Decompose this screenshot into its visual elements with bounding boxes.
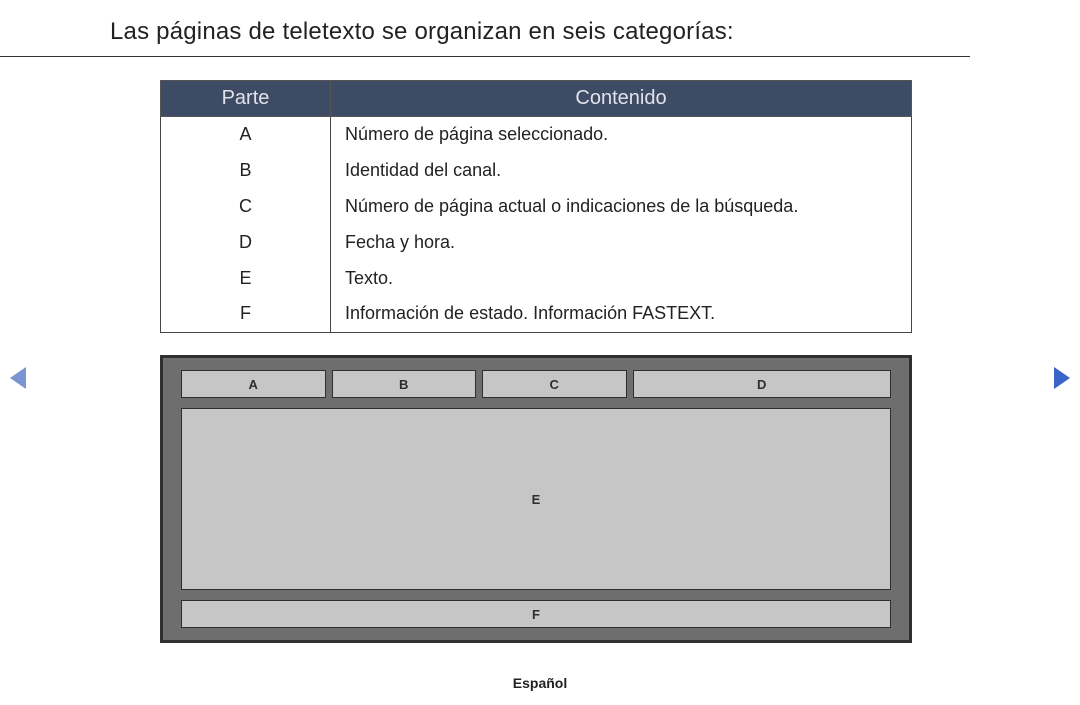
page-title: Las páginas de teletexto se organizan en… xyxy=(0,0,970,57)
categories-table: Parte Contenido A Número de página selec… xyxy=(160,80,912,333)
table-row: C Número de página actual o indicaciones… xyxy=(161,189,912,225)
content-cell: Número de página actual o indicaciones d… xyxy=(331,189,912,225)
table-row: E Texto. xyxy=(161,261,912,297)
table-row: B Identidad del canal. xyxy=(161,153,912,189)
part-cell: E xyxy=(161,261,331,297)
prev-page-arrow-icon[interactable] xyxy=(10,367,26,389)
part-cell: A xyxy=(161,117,331,153)
layout-row-top: A B C D xyxy=(181,370,891,398)
content-cell: Fecha y hora. xyxy=(331,225,912,261)
content-cell: Identidad del canal. xyxy=(331,153,912,189)
categories-table-wrap: Parte Contenido A Número de página selec… xyxy=(160,80,912,333)
table-row: F Información de estado. Información FAS… xyxy=(161,296,912,332)
teletext-layout-diagram: A B C D E F xyxy=(160,355,912,643)
table-row: A Número de página seleccionado. xyxy=(161,117,912,153)
layout-region-a: A xyxy=(181,370,326,398)
next-page-arrow-icon[interactable] xyxy=(1054,367,1070,389)
content-cell: Información de estado. Información FASTE… xyxy=(331,296,912,332)
content-cell: Número de página seleccionado. xyxy=(331,117,912,153)
layout-region-e: E xyxy=(181,408,891,590)
part-cell: F xyxy=(161,296,331,332)
footer-language: Español xyxy=(0,675,1080,691)
layout-region-d: D xyxy=(633,370,892,398)
part-cell: D xyxy=(161,225,331,261)
content-area: Parte Contenido A Número de página selec… xyxy=(0,62,1080,643)
content-cell: Texto. xyxy=(331,261,912,297)
header-part: Parte xyxy=(161,81,331,117)
layout-region-f: F xyxy=(181,600,891,628)
layout-region-c: C xyxy=(482,370,627,398)
header-content: Contenido xyxy=(331,81,912,117)
layout-region-b: B xyxy=(332,370,477,398)
table-row: D Fecha y hora. xyxy=(161,225,912,261)
part-cell: C xyxy=(161,189,331,225)
part-cell: B xyxy=(161,153,331,189)
